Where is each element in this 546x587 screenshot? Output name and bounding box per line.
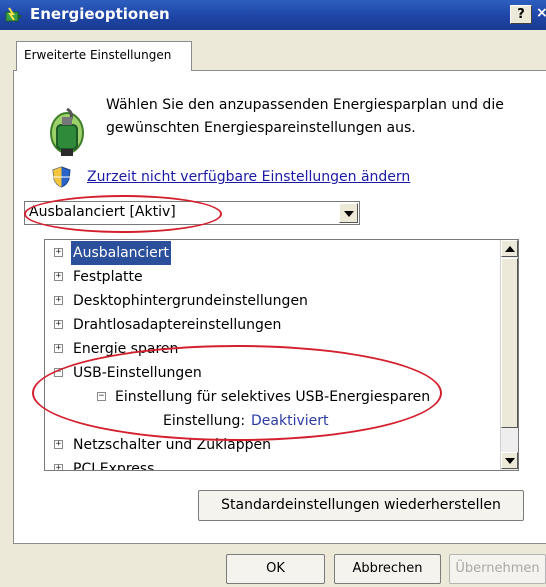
- tree-item-label: Desktophintergrundeinstellungen: [73, 293, 308, 309]
- tree-item-label: Ausbalanciert: [71, 241, 171, 265]
- collapse-icon[interactable]: −: [97, 392, 106, 401]
- chevron-down-icon[interactable]: [339, 203, 358, 223]
- expand-icon[interactable]: +: [54, 320, 63, 329]
- restore-defaults-button[interactable]: Standardeinstellungen wiederherstellen: [198, 490, 524, 521]
- help-button[interactable]: ?: [510, 5, 532, 24]
- tree-item-label: Einstellung:: [163, 413, 246, 429]
- tree-item-label: Festplatte: [73, 269, 143, 285]
- scroll-down-icon[interactable]: [501, 452, 518, 469]
- title-bar: Energieoptionen ? ×: [0, 0, 546, 30]
- expand-icon[interactable]: +: [54, 272, 63, 281]
- tree-item-label: PCI Express: [73, 461, 155, 471]
- tab-advanced-settings[interactable]: Erweiterte Einstellungen: [16, 41, 192, 71]
- settings-tree[interactable]: + Ausbalanciert + Festplatte + Desktophi…: [44, 239, 519, 471]
- expand-icon[interactable]: +: [54, 248, 63, 257]
- uac-shield-icon: [52, 166, 71, 188]
- vertical-scrollbar[interactable]: [500, 240, 518, 470]
- unavailable-settings-link[interactable]: Zurzeit nicht verfügbare Einstellungen ä…: [87, 169, 410, 185]
- apply-button[interactable]: Übernehmen: [449, 554, 546, 584]
- scroll-thumb[interactable]: [501, 258, 518, 428]
- tree-item-label: Drahtlosadaptereinstellungen: [73, 317, 282, 333]
- expand-icon[interactable]: +: [54, 344, 63, 353]
- expand-icon[interactable]: +: [54, 296, 63, 305]
- intro-text: Wählen Sie den anzupassenden Energiespar…: [106, 97, 504, 136]
- scroll-up-icon[interactable]: [501, 240, 518, 257]
- cancel-button[interactable]: Abbrechen: [334, 554, 441, 584]
- close-button[interactable]: ×: [536, 5, 546, 21]
- power-plan-select[interactable]: Ausbalanciert [Aktiv]: [24, 201, 360, 225]
- setting-value-link[interactable]: Deaktiviert: [251, 409, 329, 433]
- tree-item-label: Netzschalter und Zuklappen: [73, 437, 271, 453]
- power-options-icon: [5, 7, 21, 22]
- collapse-icon[interactable]: −: [54, 368, 63, 377]
- ok-button[interactable]: OK: [226, 554, 325, 584]
- power-plan-select-value: Ausbalanciert [Aktiv]: [29, 204, 176, 220]
- tree-item-label: Einstellung für selektives USB-Energiesp…: [115, 389, 431, 405]
- tree-item-label: Energie sparen: [73, 341, 179, 357]
- window-title: Energieoptionen: [30, 5, 170, 23]
- expand-icon[interactable]: +: [54, 440, 63, 449]
- tree-item-label: USB-Einstellungen: [73, 365, 202, 381]
- battery-plug-icon: [50, 107, 84, 156]
- expand-icon[interactable]: +: [54, 464, 63, 470]
